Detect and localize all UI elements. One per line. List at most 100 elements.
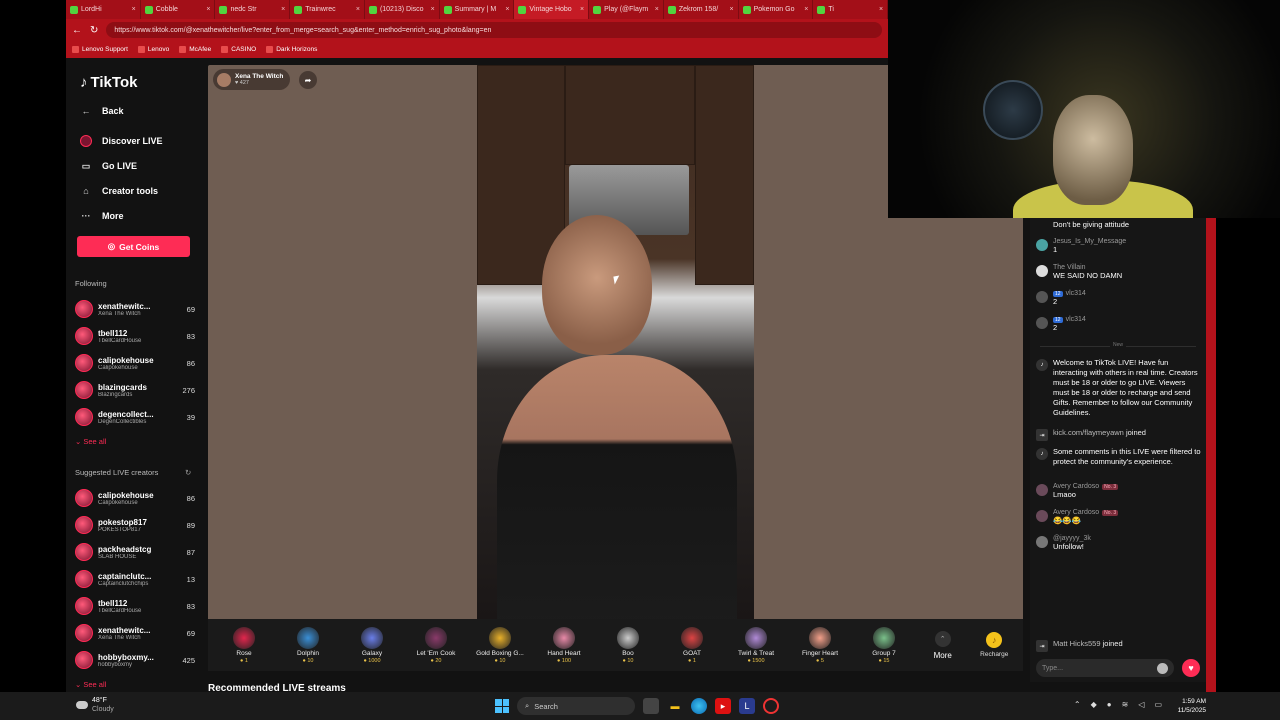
more-gifts-button[interactable]: ⌃ More xyxy=(916,630,969,660)
bookmark-item[interactable]: CASINO xyxy=(221,46,256,53)
gift-price: ● 1000 xyxy=(363,657,381,664)
host-badge[interactable]: Xena The Witch ♥ 427 xyxy=(213,69,290,90)
twirl-icon xyxy=(745,626,767,649)
url-field[interactable]: https://www.tiktok.com/@xenathewitcher/l… xyxy=(106,22,882,38)
gift-item[interactable]: Rose ● 1 xyxy=(212,626,276,664)
viewer-count: 39 xyxy=(186,412,195,422)
avatar xyxy=(75,327,93,345)
gift-item[interactable]: Let 'Em Cook ● 20 xyxy=(404,626,468,664)
creator-list-item[interactable]: tbell112 TbellCardHouse 83 xyxy=(75,595,195,617)
browser-tab[interactable]: LordHi × xyxy=(66,0,141,19)
gift-item[interactable]: Dolphin ● 10 xyxy=(276,626,340,664)
browser-tab[interactable]: Ti × xyxy=(813,0,889,19)
close-icon[interactable]: × xyxy=(281,6,285,13)
user-avatar xyxy=(1036,484,1048,496)
tab-favicon xyxy=(518,5,527,14)
edge-icon[interactable] xyxy=(691,698,707,714)
nav-more[interactable]: ··· More xyxy=(80,210,124,222)
creator-list-item[interactable]: tbell112 TbellCardHouse 83 xyxy=(75,325,195,347)
browser-tab[interactable]: Play (@Flaym × xyxy=(589,0,664,19)
gift-item[interactable]: Gold Boxing G... ● 10 xyxy=(468,626,532,664)
creator-list-item[interactable]: pokestop817 POKESTOP817 89 xyxy=(75,514,195,536)
nav-discover-live[interactable]: Discover LIVE xyxy=(80,135,163,147)
back-icon[interactable]: ← xyxy=(72,25,82,36)
taskbar-search[interactable]: ⌕ Search xyxy=(517,697,635,715)
gift-item[interactable]: Hand Heart ● 100 xyxy=(532,626,596,664)
shield-icon[interactable]: ◆ xyxy=(1091,700,1097,709)
creator-list-item[interactable]: captainclutc... Captainclutchchips 13 xyxy=(75,568,195,590)
tiktok-logo[interactable]: ♪ TikTok xyxy=(80,74,137,91)
creator-list-item[interactable]: xenathewitc... Xena The Witch 69 xyxy=(75,298,195,320)
refresh-icon[interactable]: ↻ xyxy=(185,468,191,477)
system-filter-message: ♪ Some comments in this LIVE were filter… xyxy=(1036,447,1202,467)
gift-price: ● 100 xyxy=(556,657,572,664)
browser-tab[interactable]: Vintage Hobo × xyxy=(514,0,590,19)
chevron-up-icon[interactable]: ⌃ xyxy=(1074,700,1081,709)
emoji-icon[interactable] xyxy=(1157,662,1168,674)
close-icon[interactable]: × xyxy=(655,6,659,13)
lenovo-icon[interactable]: L xyxy=(739,698,755,714)
gift-item[interactable]: Twirl & Treat ● 1500 xyxy=(724,626,788,664)
camera-icon: ▭ xyxy=(81,160,91,171)
bookmark-item[interactable]: Lenovo xyxy=(137,46,169,53)
avatar xyxy=(75,354,93,372)
chat-input[interactable]: Type... xyxy=(1036,659,1174,677)
weather-widget[interactable]: 48°F Cloudy xyxy=(76,696,114,714)
windows-start-icon[interactable] xyxy=(495,699,509,713)
gift-item[interactable]: Group 7 ● 15 xyxy=(852,626,916,664)
browser-tab[interactable]: nedc Str × xyxy=(215,0,291,19)
gift-item[interactable]: Finger Heart ● 5 xyxy=(788,626,852,664)
close-icon[interactable]: × xyxy=(356,6,360,13)
bookmark-item[interactable]: McAfee xyxy=(179,46,211,53)
close-icon[interactable]: × xyxy=(804,6,808,13)
browser-tab[interactable]: Zekrom 158/× xyxy=(664,0,739,19)
browser-tab[interactable]: Summary | M × xyxy=(440,0,515,19)
creator-list-item[interactable]: calipokehouse Calipokehouse 86 xyxy=(75,487,195,509)
bookmark-item[interactable]: Lenovo Support xyxy=(72,46,128,53)
gift-item[interactable]: GOAT ● 1 xyxy=(660,626,724,664)
close-icon[interactable]: × xyxy=(431,6,435,13)
nav-go-live[interactable]: ▭ Go LIVE xyxy=(80,160,137,172)
creator-list-item[interactable]: blazingcards Blazingcards 276 xyxy=(75,379,195,401)
browser-tab[interactable]: Cobble × xyxy=(141,0,216,19)
bookmark-icon xyxy=(137,46,145,53)
battery-icon[interactable]: ▭ xyxy=(1154,700,1162,709)
close-icon[interactable]: × xyxy=(206,6,210,13)
creator-list-item[interactable]: hobbyboxmy... hobbyboxmy 425 xyxy=(75,649,195,671)
file-explorer-icon[interactable]: ▬ xyxy=(667,698,683,714)
microphone-icon[interactable]: ● xyxy=(1107,700,1112,709)
gift-item[interactable]: Galaxy ● 1000 xyxy=(340,626,404,664)
like-heart-button[interactable]: ♥ xyxy=(1182,659,1200,677)
wifi-icon[interactable]: ≋ xyxy=(1122,700,1129,709)
clock[interactable]: 1:59 AM 11/5/2025 xyxy=(1178,697,1206,715)
youtube-icon[interactable]: ▸ xyxy=(715,698,731,714)
nav-creator-tools[interactable]: ⌂ Creator tools xyxy=(80,185,158,197)
get-coins-button[interactable]: ◎ Get Coins xyxy=(77,236,190,257)
close-icon[interactable]: × xyxy=(505,6,509,13)
speaker-icon[interactable]: ◁ xyxy=(1138,700,1144,709)
see-all-following[interactable]: ⌄ See all xyxy=(75,437,106,446)
browser-tab[interactable]: Pokemon Go × xyxy=(739,0,814,19)
task-view-icon[interactable] xyxy=(643,698,659,714)
creator-list-item[interactable]: degencollect... DegenCollectibles 39 xyxy=(75,406,195,428)
recharge-button[interactable]: ♪ Recharge xyxy=(969,632,1019,658)
close-icon[interactable]: × xyxy=(879,6,883,13)
close-icon[interactable]: × xyxy=(132,6,136,13)
bookmark-icon xyxy=(266,46,274,53)
browser-tab[interactable]: (10213) Disco × xyxy=(365,0,440,19)
share-icon[interactable]: ➦ xyxy=(299,71,317,89)
chrome-icon[interactable] xyxy=(763,698,779,714)
creator-list-item[interactable]: calipokehouse Calipokehouse 86 xyxy=(75,352,195,374)
close-icon[interactable]: × xyxy=(730,6,734,13)
bookmark-item[interactable]: Dark Horizons xyxy=(266,46,317,53)
browser-tab[interactable]: Trainwrec × xyxy=(290,0,365,19)
reload-icon[interactable]: ↻ xyxy=(90,25,98,36)
see-all-suggested[interactable]: ⌄ See all xyxy=(75,680,106,689)
creator-list-item[interactable]: packheadstcg SLAB HOUSE 87 xyxy=(75,541,195,563)
gift-item[interactable]: Boo ● 10 xyxy=(596,626,660,664)
back-link[interactable]: ← Back xyxy=(80,105,124,117)
fan xyxy=(983,80,1043,140)
creator-list-item[interactable]: xenathewitc... Xena The Witch 69 xyxy=(75,622,195,644)
live-video[interactable] xyxy=(477,65,754,619)
close-icon[interactable]: × xyxy=(580,6,584,13)
